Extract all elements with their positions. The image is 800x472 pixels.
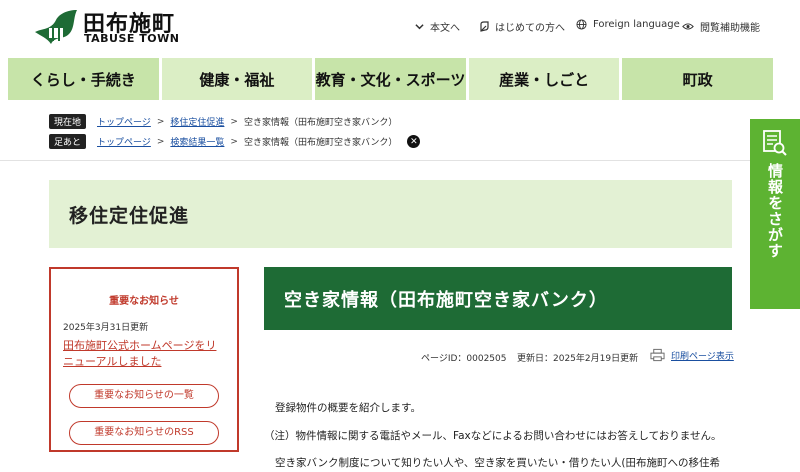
- chevron-down-icon: [415, 24, 424, 30]
- foreign-language-label: Foreign language: [593, 19, 680, 30]
- history-current-page: 空き家情報（田布施町空き家バンク）: [243, 138, 398, 148]
- print-page-link[interactable]: 印刷ページ表示: [650, 348, 734, 362]
- printer-icon: [650, 348, 665, 362]
- skip-to-content-link[interactable]: 本文へ: [415, 19, 460, 34]
- history-trail: 足あと トップページ > 検索結果一覧 > 空き家情報（田布施町空き家バンク） …: [49, 134, 421, 149]
- globe-icon: [576, 19, 587, 30]
- first-time-visitors-link[interactable]: はじめての方へ: [480, 19, 565, 34]
- important-notice-box: 重要なお知らせ 2025年3月31日更新 田布施町公式ホームページをリニューアル…: [49, 267, 239, 452]
- skip-to-content-label: 本文へ: [430, 23, 460, 34]
- page-id: ページID：0002505: [421, 354, 507, 364]
- breadcrumb: 現在地 トップページ > 移住定住促進 > 空き家情報（田布施町空き家バンク）: [49, 114, 397, 129]
- breadcrumb-link-relocation[interactable]: 移住定住促進: [170, 115, 224, 128]
- site-header: 田布施町 TABUSE TOWN 本文へ はじめての方へ Foreign lan…: [0, 0, 800, 54]
- eye-icon: [682, 23, 694, 30]
- notice-date: 2025年3月31日更新: [63, 323, 149, 333]
- breadcrumb-link-top[interactable]: トップページ: [97, 115, 151, 128]
- breadcrumb-separator: >: [156, 116, 165, 127]
- notice-list-button[interactable]: 重要なお知らせの一覧: [69, 384, 219, 408]
- nav-item-health-welfare[interactable]: 健康・福祉: [161, 58, 313, 100]
- breadcrumb-separator: >: [230, 136, 238, 147]
- accessibility-tools-link[interactable]: 閲覧補助機能: [682, 19, 760, 34]
- print-page-label: 印刷ページ表示: [671, 351, 734, 362]
- history-trail-tag: 足あと: [49, 134, 87, 149]
- history-link-search-results[interactable]: 検索結果一覧: [170, 135, 224, 148]
- nav-item-living[interactable]: くらし・手続き: [8, 58, 159, 100]
- nav-item-industry-work[interactable]: 産業・しごと: [468, 58, 620, 100]
- site-name-english: TABUSE TOWN: [84, 32, 180, 45]
- updated-date: 更新日：2025年2月19日更新: [517, 354, 639, 364]
- foreign-language-link[interactable]: Foreign language: [576, 19, 680, 30]
- divider: [0, 160, 750, 161]
- side-tab-label: 情報をさがす: [766, 163, 784, 259]
- search-info-side-tab[interactable]: 情報をさがす: [750, 119, 800, 309]
- body-paragraph: （注）物件情報に関する電話やメール、Faxなどによるお問い合わせにはお答えしてお…: [264, 430, 722, 442]
- first-time-visitors-label: はじめての方へ: [495, 23, 565, 34]
- nav-item-education-culture-sports[interactable]: 教育・文化・スポーツ: [315, 58, 466, 100]
- breadcrumb-tag: 現在地: [49, 114, 87, 129]
- leaf-icon: [480, 21, 489, 32]
- town-logo[interactable]: [33, 8, 79, 46]
- nav-item-town-government[interactable]: 町政: [622, 58, 773, 100]
- close-icon[interactable]: ✕: [407, 135, 421, 148]
- body-paragraph: 空き家バンク制度について知りたい人や、空き家を買いたい・借りたい人(田布施町への…: [275, 457, 720, 469]
- body-paragraph: 登録物件の概要を紹介します。: [275, 402, 421, 414]
- document-search-icon: [763, 130, 787, 156]
- category-title: 移住定住促進: [49, 180, 732, 248]
- breadcrumb-separator: >: [230, 116, 238, 127]
- breadcrumb-current-page: 空き家情報（田布施町空き家バンク）: [243, 118, 398, 128]
- global-nav: くらし・手続き 健康・福祉 教育・文化・スポーツ 産業・しごと 町政: [8, 58, 773, 100]
- page-title: 空き家情報（田布施町空き家バンク）: [264, 267, 732, 330]
- notice-link[interactable]: 田布施町公式ホームページをリニューアルしました: [63, 338, 225, 370]
- notice-rss-button[interactable]: 重要なお知らせのRSS: [69, 421, 219, 445]
- breadcrumb-separator: >: [156, 136, 165, 147]
- history-link-top[interactable]: トップページ: [97, 135, 151, 148]
- notice-heading: 重要なお知らせ: [109, 296, 179, 307]
- accessibility-tools-label: 閲覧補助機能: [700, 23, 760, 34]
